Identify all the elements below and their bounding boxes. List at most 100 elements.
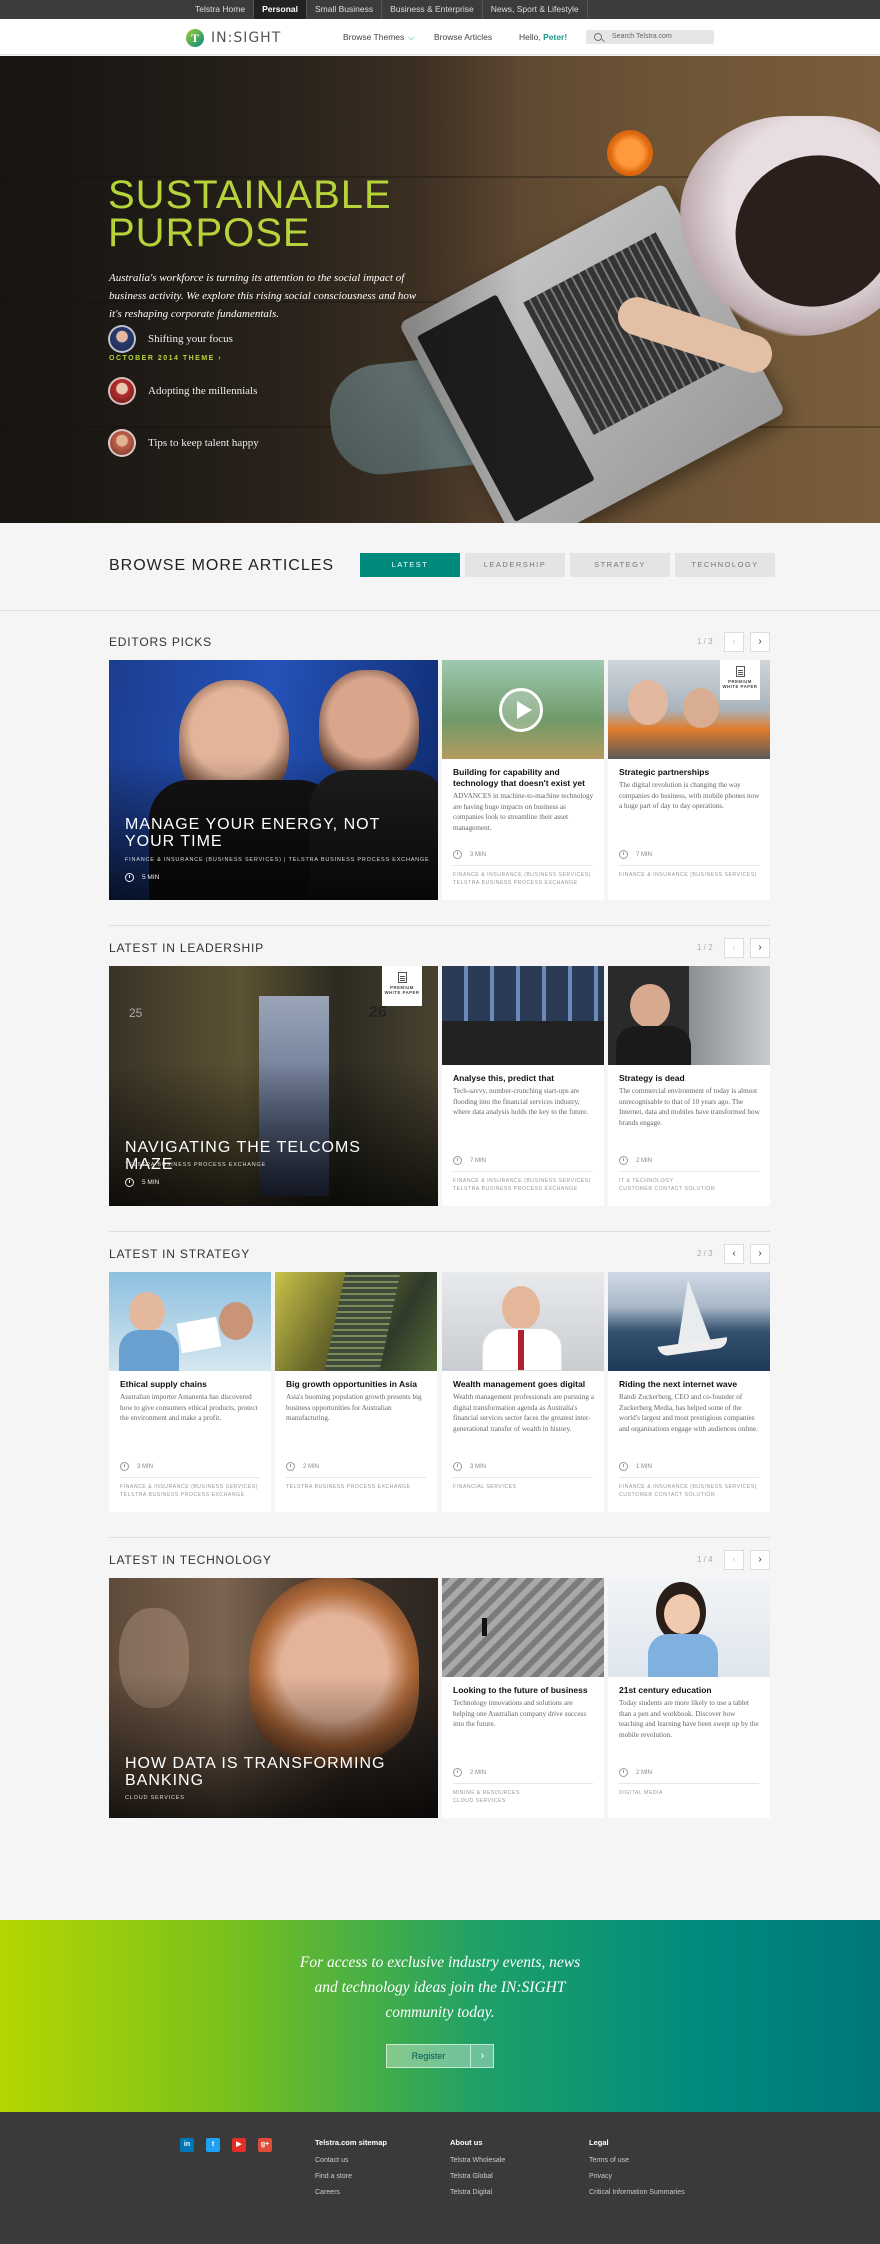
twitter-icon[interactable]: t <box>206 2138 220 2152</box>
tab-leadership[interactable]: LEADERSHIP <box>465 553 565 577</box>
feature-card-telcoms-maze[interactable]: 25 26 PREMIUM WHITE PAPER NAVIGATING THE… <box>109 966 438 1206</box>
topbar-link-news-sport[interactable]: News, Sport & Lifestyle <box>483 0 588 19</box>
prev-button[interactable]: ‹ <box>724 1244 744 1264</box>
footer-link-wholesale[interactable]: Telstra Wholesale <box>450 2157 505 2164</box>
card-divider <box>286 1477 426 1478</box>
clock-icon <box>286 1462 295 1471</box>
card-image-face <box>129 1292 165 1332</box>
footer-link-careers[interactable]: Careers <box>315 2189 387 2196</box>
feature-title: HOW DATA IS TRANSFORMING BANKING <box>125 1755 386 1789</box>
browse-articles-link[interactable]: Browse Articles <box>434 19 492 55</box>
card-category: IT & TECHNOLOGY CUSTOMER CONTACT SOLUTIO… <box>619 1178 716 1192</box>
card-image-face-2 <box>219 1302 253 1340</box>
footer-link-find-store[interactable]: Find a store <box>315 2173 387 2180</box>
prev-button[interactable]: ‹ <box>724 1550 744 1570</box>
card-divider <box>619 1477 759 1478</box>
card-image <box>275 1272 437 1371</box>
footer-link-global[interactable]: Telstra Global <box>450 2173 505 2180</box>
feature-card-data-banking[interactable]: HOW DATA IS TRANSFORMING BANKING CLOUD S… <box>109 1578 438 1818</box>
card-image-shirt <box>648 1634 718 1677</box>
hero-title: SUSTAINABLE PURPOSE <box>108 175 392 253</box>
pager-count: 1 / 4 <box>697 1555 713 1564</box>
article-card-building-capability[interactable]: Building for capability and technology t… <box>442 660 604 900</box>
search-input[interactable]: Search Telstra.com <box>586 30 714 44</box>
article-card-internet-wave[interactable]: Riding the next internet wave Randi Zuck… <box>608 1272 770 1512</box>
card-category: FINANCE & INSURANCE (BUSINESS SERVICES) … <box>120 1484 258 1498</box>
card-image <box>109 1272 271 1371</box>
card-description: ADVANCES in machine-to-machine technolog… <box>453 792 594 832</box>
footer-link-contact[interactable]: Contact us <box>315 2157 387 2164</box>
footer-link-digital[interactable]: Telstra Digital <box>450 2189 505 2196</box>
youtube-icon[interactable]: ▶ <box>232 2138 246 2152</box>
card-read-time: 3 MIN <box>453 1462 486 1471</box>
article-card-21st-century-education[interactable]: 21st century education Today students ar… <box>608 1578 770 1818</box>
insight-logo[interactable]: T IN:SIGHT <box>186 27 281 49</box>
footer-link-privacy[interactable]: Privacy <box>589 2173 685 2180</box>
card-image <box>442 966 604 1065</box>
hero-article-talent[interactable]: Tips to keep talent happy <box>108 429 259 457</box>
card-description: Randi Zuckerberg, CEO and co-founder of … <box>619 1393 758 1433</box>
prev-button[interactable]: ‹ <box>724 938 744 958</box>
register-button[interactable]: Register › <box>386 2044 494 2068</box>
article-card-growth-asia[interactable]: Big growth opportunities in Asia Asia's … <box>275 1272 437 1512</box>
clock-icon <box>619 1156 628 1165</box>
user-greeting[interactable]: Hello, Peter! <box>519 19 567 55</box>
card-category: TELSTRA BUSINESS PROCESS EXCHANGE <box>286 1484 411 1490</box>
next-button[interactable]: › <box>750 938 770 958</box>
tab-latest[interactable]: LATEST <box>360 553 460 577</box>
browse-themes-menu[interactable]: Browse Themes ⌵ <box>343 19 414 55</box>
clock-icon <box>453 1156 462 1165</box>
article-card-strategic-partnerships[interactable]: PREMIUM WHITE PAPER Strategic partnershi… <box>608 660 770 900</box>
footer-heading[interactable]: Legal <box>589 2138 685 2147</box>
search-icon <box>594 33 602 41</box>
badge-text: PREMIUM WHITE PAPER <box>722 679 758 689</box>
article-card-future-business[interactable]: Looking to the future of business Techno… <box>442 1578 604 1818</box>
card-description: Today students are more likely to use a … <box>619 1699 759 1739</box>
topbar-link-small-business[interactable]: Small Business <box>307 0 383 19</box>
article-card-analyse-this[interactable]: Analyse this, predict that Tech-savvy, n… <box>442 966 604 1206</box>
hero-banner: SUSTAINABLE PURPOSE Australia's workforc… <box>0 56 880 523</box>
play-video-icon[interactable] <box>499 688 543 732</box>
hero-article-shifting-focus[interactable]: Shifting your focus <box>108 325 233 353</box>
next-button[interactable]: › <box>750 1244 770 1264</box>
footer-col-about: About us Telstra Wholesale Telstra Globa… <box>450 2138 505 2205</box>
avatar <box>108 325 136 353</box>
article-card-strategy-is-dead[interactable]: Strategy is dead The commercial environm… <box>608 966 770 1206</box>
card-image-face <box>630 984 670 1028</box>
footer-link-terms[interactable]: Terms of use <box>589 2157 685 2164</box>
footer-col-legal: Legal Terms of use Privacy Critical Info… <box>589 2138 685 2205</box>
card-read-time: 3 MIN <box>120 1462 153 1471</box>
card-divider <box>619 1171 759 1172</box>
card-divider <box>453 1171 593 1172</box>
article-card-ethical-supply[interactable]: Ethical supply chains Australian importe… <box>109 1272 271 1512</box>
footer-heading[interactable]: About us <box>450 2138 505 2147</box>
footer-heading[interactable]: Telstra.com sitemap <box>315 2138 387 2147</box>
card-divider <box>453 1783 593 1784</box>
hero-article-millennials[interactable]: Adopting the millennials <box>108 377 257 405</box>
card-description: The digital revolution is changing the w… <box>619 781 760 810</box>
topbar-link-telstra-home[interactable]: Telstra Home <box>187 0 255 19</box>
pager-count: 1 / 3 <box>697 637 713 646</box>
topbar-link-business-enterprise[interactable]: Business & Enterprise <box>382 0 483 19</box>
hero-theme-link[interactable]: OCTOBER 2014 THEME › <box>109 355 222 362</box>
feature-card-manage-energy[interactable]: MANAGE YOUR ENERGY, NOT YOUR TIME FINANC… <box>109 660 438 900</box>
card-title: Building for capability and technology t… <box>453 767 585 788</box>
section-title-leadership: LATEST IN LEADERSHIP <box>109 941 264 955</box>
card-title: Analyse this, predict that <box>453 1073 555 1083</box>
card-title: Strategy is dead <box>619 1073 685 1083</box>
chevron-right-icon: › <box>758 1248 762 1259</box>
article-card-wealth-management[interactable]: Wealth management goes digital Wealth ma… <box>442 1272 604 1512</box>
prev-button[interactable]: ‹ <box>724 632 744 652</box>
next-button[interactable]: › <box>750 632 770 652</box>
clock-icon <box>619 1462 628 1471</box>
google-plus-icon[interactable]: g+ <box>258 2138 272 2152</box>
footer-link-cis[interactable]: Critical Information Summaries <box>589 2189 685 2196</box>
card-image <box>442 660 604 759</box>
tab-strategy[interactable]: STRATEGY <box>570 553 670 577</box>
logo-text: IN:SIGHT <box>211 30 282 46</box>
topbar-link-personal[interactable]: Personal <box>254 0 307 19</box>
card-divider <box>453 1477 593 1478</box>
linkedin-icon[interactable]: in <box>180 2138 194 2152</box>
tab-technology[interactable]: TECHNOLOGY <box>675 553 775 577</box>
next-button[interactable]: › <box>750 1550 770 1570</box>
